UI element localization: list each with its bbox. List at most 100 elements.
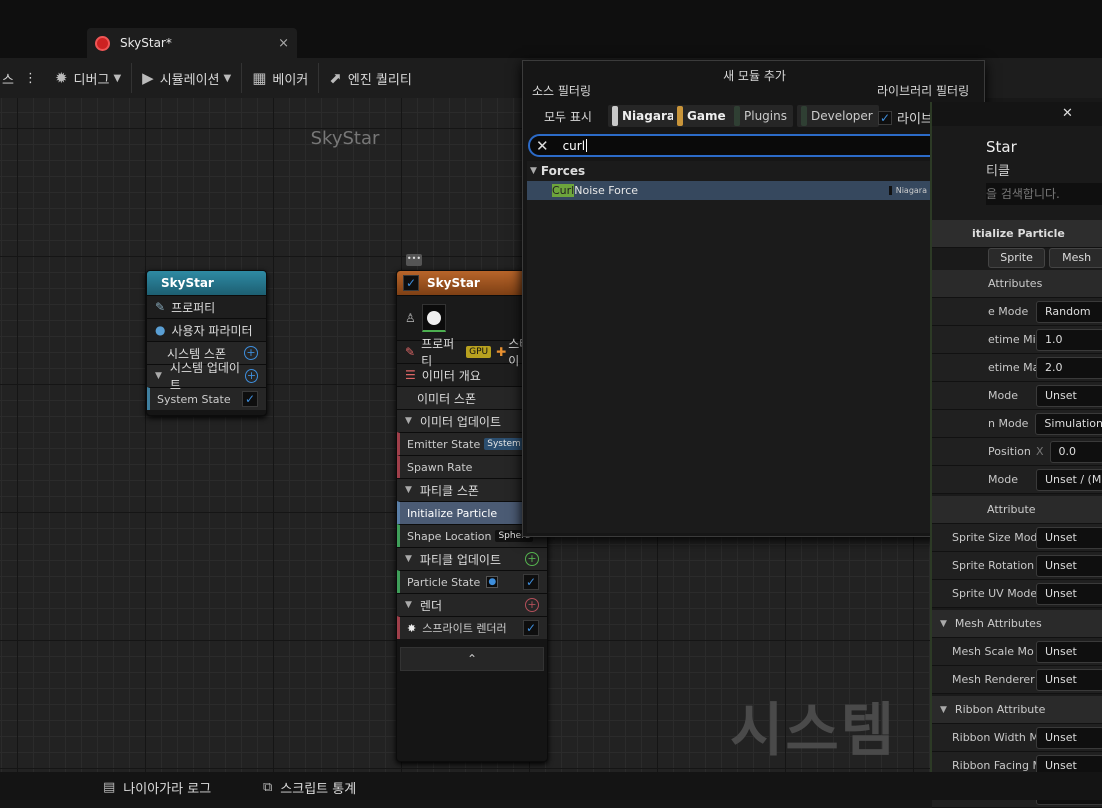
stage-plus-icon: ✚ (496, 345, 507, 359)
clear-search-icon[interactable]: ✕ (536, 137, 549, 155)
system-update-row[interactable]: ▼ 시스템 업데이트 + (147, 361, 266, 392)
add-renderer-icon[interactable]: + (525, 598, 539, 612)
system-badge: System (484, 438, 524, 450)
details-search-input[interactable]: 을 검색합니다. (986, 183, 1102, 205)
property-value-field[interactable]: Unset (1036, 668, 1102, 691)
property-value-field[interactable]: Unset (1036, 726, 1102, 749)
filter-chip-developer[interactable]: Developer (797, 105, 879, 127)
particle-state-module[interactable]: Particle State ● ✓ (397, 570, 547, 593)
property-value-field[interactable]: Unset (1036, 554, 1102, 577)
emitter-spawn-label: 이미터 스폰 (417, 391, 477, 406)
bake-button[interactable]: ▦ 베이커 (242, 58, 318, 98)
debug-button[interactable]: ✹ 디버그 ▼ (45, 58, 131, 98)
simulation-button[interactable]: ▶ 시뮬레이션 ▼ (132, 58, 241, 98)
emitter-thumbnail[interactable] (421, 304, 446, 332)
chip-swatch (734, 106, 740, 126)
property-value-field[interactable]: Unset (1036, 582, 1102, 605)
collapse-triangle-icon: ▼ (405, 554, 412, 564)
collapse-triangle-icon: ▼ (940, 618, 947, 629)
sprite-renderer-label: 스프라이트 렌더러 (422, 622, 507, 635)
particle-state-label: Particle State (407, 575, 481, 589)
scalability-icon: ⬈ (329, 69, 342, 87)
chevron-down-icon: ▼ (113, 72, 122, 84)
sprite-renderer-module[interactable]: ✸ 스프라이트 렌더러 ✓ (397, 616, 547, 639)
section-sprite-attributes[interactable]: Attribute (932, 496, 1102, 524)
filter-chip-niagara[interactable]: Niagara (608, 105, 681, 127)
user-parameters-row[interactable]: ● 사용자 파라미터 (147, 318, 266, 341)
system-update-label: 시스템 업데이트 (169, 361, 240, 392)
document-tab[interactable]: SkyStar* × (87, 28, 297, 58)
details-subtitle: 티클 (986, 164, 1010, 179)
emitter-enable-checkbox[interactable]: ✓ (403, 275, 419, 291)
result-curl-noise-force[interactable]: Curl Noise Force Niagara (527, 181, 982, 200)
stats-icon: ⧉ (263, 780, 273, 795)
library-only-checkbox[interactable]: ✓ (878, 110, 892, 125)
particle-update-row[interactable]: ▼ 파티클 업데이트 + (397, 547, 547, 570)
emitter-node-title: SkyStar (427, 276, 480, 290)
enable-checkbox[interactable]: ✓ (242, 391, 258, 407)
section-initialize-particle[interactable]: itialize Particle (932, 220, 1102, 248)
add-module-icon[interactable]: + (244, 346, 258, 360)
enable-checkbox[interactable]: ✓ (523, 574, 539, 590)
property-value-field[interactable]: Random (1036, 300, 1102, 323)
filter-chip-plugins[interactable]: Plugins (730, 105, 793, 127)
property-label: Mesh Scale Mo (952, 645, 1034, 658)
collapse-triangle-icon: ▼ (940, 704, 947, 715)
mesh-button[interactable]: Mesh (1049, 248, 1102, 268)
property-value-field[interactable]: 0.0 (1049, 440, 1102, 463)
render-row[interactable]: ▼ 렌더 + (397, 593, 547, 616)
property-value-field[interactable]: Simulation (1035, 412, 1102, 435)
section-attributes[interactable]: Attributes (932, 270, 1102, 298)
script-stats-tab[interactable]: ⧉ 스크립트 통계 (263, 778, 356, 797)
particle-update-label: 파티클 업데이트 (419, 552, 502, 567)
category-forces[interactable]: ▼ Forces (527, 161, 982, 181)
property-value-field[interactable]: 2.0 (1036, 356, 1102, 379)
property-value-field[interactable]: Unset (1036, 526, 1102, 549)
list-icon: ☰ (405, 368, 416, 382)
user-icon: ● (155, 323, 166, 337)
gpu-badge: GPU (466, 346, 492, 358)
system-properties-label: 프로퍼티 (171, 300, 216, 315)
filter-chip-game[interactable]: Game (673, 105, 732, 127)
graph-title: SkyStar (310, 128, 380, 149)
property-value-field[interactable]: Unset (1036, 384, 1102, 407)
collapse-triangle-icon: ▼ (155, 371, 162, 381)
bug-icon: ✹ (54, 69, 68, 87)
search-highlight: Curl (552, 184, 575, 197)
category-label: Forces (540, 164, 586, 178)
property-label: Ribbon Facing M (952, 759, 1036, 772)
render-label: 렌더 (419, 598, 443, 613)
toolbar-cut-label[interactable]: 스 (0, 58, 16, 98)
chip-swatch (612, 106, 618, 126)
property-label: etime Min (988, 333, 1036, 346)
node-spacer (397, 639, 547, 647)
section-mesh-attributes[interactable]: ▼ Mesh Attributes (932, 610, 1102, 638)
property-label: Ribbon Width M (952, 731, 1036, 744)
chevron-up-icon: ⌃ (466, 652, 478, 666)
property-row: etime Ma 2.0 (932, 354, 1102, 382)
add-module-icon[interactable]: + (525, 552, 539, 566)
niagara-log-tab[interactable]: ▤ 나이아가라 로그 (103, 778, 211, 797)
comment-bubble-icon[interactable]: ••• (406, 254, 422, 266)
system-properties-row[interactable]: ✎ 프로퍼티 (147, 295, 266, 318)
result-label: Noise Force (574, 184, 639, 197)
sprite-button[interactable]: Sprite (988, 248, 1046, 268)
log-icon: ▤ (103, 780, 116, 795)
collapse-node-button[interactable]: ⌃ (400, 647, 544, 671)
property-value-field[interactable]: Unset (1036, 640, 1102, 663)
play-icon: ▶ (142, 69, 154, 87)
engine-quality-button[interactable]: ⬈ 엔진 퀄리티 (319, 58, 422, 98)
details-panel: ✕ Star 티클 을 검색합니다. itialize Particle Spr… (930, 102, 1102, 808)
close-tab-icon[interactable]: × (278, 36, 289, 51)
module-search-input[interactable]: ✕ curl (528, 134, 976, 157)
section-ribbon-attributes[interactable]: ▼ Ribbon Attribute (932, 696, 1102, 724)
enable-checkbox[interactable]: ✓ (523, 620, 539, 636)
show-all-button[interactable]: 모두 표시 (544, 108, 592, 125)
system-node[interactable]: SkyStar ✎ 프로퍼티 ● 사용자 파라미터 시스템 스폰 + ▼ 시스템 업데이… (146, 270, 267, 416)
more-options-icon[interactable]: ⋮ (16, 58, 45, 98)
add-module-icon[interactable]: + (244, 369, 258, 383)
details-tab: ✕ (932, 102, 1102, 126)
property-value-field[interactable]: Unset / (M (1036, 468, 1102, 491)
property-value-field[interactable]: 1.0 (1036, 328, 1102, 351)
close-details-icon[interactable]: ✕ (1062, 106, 1073, 121)
